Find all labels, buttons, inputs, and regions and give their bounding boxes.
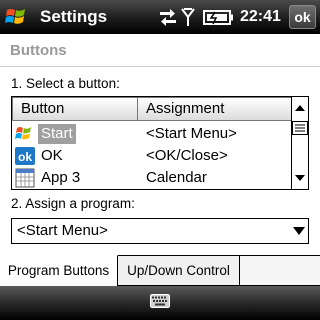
- list-row-app3[interactable]: App 3 Calendar: [12, 167, 292, 189]
- calendar-icon: [15, 168, 35, 188]
- svg-text:ok: ok: [18, 150, 32, 164]
- soft-key-bar: [0, 286, 320, 320]
- sync-arrows-icon: [160, 9, 176, 26]
- list-scrollbar[interactable]: [291, 97, 308, 189]
- tab-bar-filler: [240, 255, 320, 286]
- assign-program-label: 2. Assign a program:: [11, 196, 135, 211]
- program-dropdown-value: <Start Menu>: [17, 222, 108, 239]
- app-title: Settings: [40, 7, 108, 26]
- status-icons[interactable]: [158, 5, 238, 29]
- column-header-button[interactable]: Button: [12, 97, 138, 121]
- select-button-label: 1. Select a button:: [11, 76, 120, 91]
- row-assignment: <Start Menu>: [146, 125, 237, 142]
- list-row-ok[interactable]: ok OK <OK/Close>: [12, 145, 292, 167]
- tab-bar: Program Buttons Up/Down Control: [0, 255, 320, 286]
- scroll-thumb[interactable]: [292, 121, 308, 135]
- ok-icon: ok: [15, 147, 35, 165]
- chevron-down-icon[interactable]: [293, 227, 305, 235]
- keyboard-icon[interactable]: [150, 294, 170, 308]
- tab-program-buttons[interactable]: Program Buttons: [0, 255, 118, 286]
- battery-charging-icon: [203, 10, 233, 25]
- title-bar: Settings 22:41 ok: [0, 0, 320, 34]
- buttons-list[interactable]: Button Assignment Start <Start Menu> ok …: [11, 96, 309, 190]
- row-assignment: Calendar: [146, 169, 207, 186]
- tab-up-down-control[interactable]: Up/Down Control: [118, 255, 240, 286]
- signal-antenna-icon: [181, 8, 195, 26]
- scroll-down-icon[interactable]: [292, 168, 308, 188]
- list-row-start[interactable]: Start <Start Menu>: [12, 123, 292, 145]
- page-title: Buttons: [10, 42, 67, 59]
- row-name: Start: [38, 124, 76, 144]
- page-header: Buttons: [0, 34, 320, 67]
- windows-start-flag-icon[interactable]: [5, 6, 29, 28]
- column-header-assignment[interactable]: Assignment: [137, 97, 292, 121]
- clock: 22:41: [240, 8, 281, 25]
- scroll-up-icon[interactable]: [292, 98, 308, 118]
- windows-start-flag-icon: [15, 127, 31, 140]
- row-name: OK: [41, 147, 63, 164]
- row-assignment: <OK/Close>: [146, 147, 228, 164]
- ok-button[interactable]: ok: [289, 5, 316, 29]
- list-header: Button Assignment: [12, 97, 292, 121]
- program-dropdown[interactable]: <Start Menu>: [11, 218, 309, 244]
- row-name: App 3: [41, 169, 81, 186]
